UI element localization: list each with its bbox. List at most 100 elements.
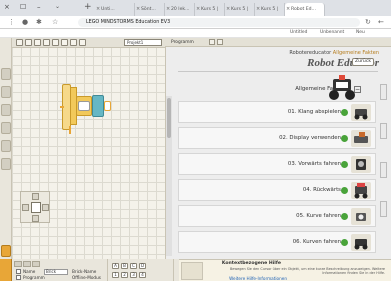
tab-browser-3[interactable]: × Kurs 5 | <box>195 3 225 16</box>
pan-icon[interactable] <box>43 39 50 46</box>
port-button[interactable]: A <box>112 263 119 269</box>
palette-category-myblocks[interactable] <box>1 158 11 170</box>
pan-left-icon[interactable] <box>22 204 29 211</box>
loop-wire <box>69 126 71 134</box>
lesson-item[interactable]: 01. Klang abspielen <box>178 101 376 123</box>
palette-category-flow[interactable] <box>1 86 11 98</box>
canvas-navigation-pad[interactable] <box>20 191 50 223</box>
palette-category-action[interactable] <box>1 68 11 80</box>
lesson-item[interactable]: 05. Kurve fahren <box>178 205 376 227</box>
close-icon[interactable]: × <box>96 3 100 16</box>
port-button[interactable]: C <box>130 263 137 269</box>
undo-icon[interactable] <box>79 39 86 46</box>
tab-browser-2[interactable]: × 20 lek... <box>165 3 195 16</box>
pan-right-icon[interactable] <box>42 204 49 211</box>
sequence-plug-icon[interactable] <box>104 101 111 111</box>
maximize-window-icon[interactable]: ☐ <box>20 2 26 12</box>
browser-tab-bar: × ☐ – ⌄ + × Unti... × Sönt... × 20 lek..… <box>0 0 391 16</box>
program-tab[interactable]: Projekt1 <box>124 39 162 46</box>
address-field[interactable]: LEGO MINDSTORMS Education EV3 <box>78 18 360 27</box>
fold-panel-icon[interactable] <box>380 123 387 139</box>
tab-available-bricks[interactable] <box>32 261 40 267</box>
zoom-in-icon[interactable] <box>52 39 59 46</box>
close-icon[interactable]: × <box>136 3 140 16</box>
bookmark-star-icon[interactable]: ☆ <box>52 18 58 27</box>
close-icon[interactable]: × <box>256 3 260 16</box>
checkbox[interactable] <box>16 269 21 274</box>
download-icon[interactable] <box>25 39 32 46</box>
pan-up-icon[interactable] <box>32 193 39 200</box>
lesson-status-icon <box>341 109 348 116</box>
lesson-item[interactable]: 02. Display verwenden <box>178 127 376 149</box>
port-button[interactable]: 1 <box>112 272 119 278</box>
new-tab-button[interactable]: + <box>84 2 92 13</box>
tab-brick-info[interactable] <box>14 261 22 267</box>
port-button[interactable]: B <box>121 263 128 269</box>
reload-icon[interactable]: ↻ <box>365 18 371 27</box>
lesson-item[interactable]: 06. Kurven fahren <box>178 231 376 253</box>
fold-panel-icon[interactable] <box>380 84 387 100</box>
lesson-item[interactable]: 03. Vorwärts fahren <box>178 153 376 175</box>
hardware-row-label: Programm <box>23 275 45 280</box>
fold-panel-icon[interactable] <box>380 201 387 217</box>
palette-category-sensor[interactable] <box>1 104 11 116</box>
zoom-reset-icon[interactable] <box>31 202 41 213</box>
breadcrumb-prefix: Robotereducator <box>289 50 332 56</box>
menu-item-0[interactable]: Untitled <box>290 30 307 35</box>
minimize-window-icon[interactable]: – <box>37 2 41 12</box>
lesson-status-icon <box>341 161 348 168</box>
menu-item-2[interactable]: Neu <box>356 30 365 35</box>
download-run-panel[interactable] <box>0 259 12 281</box>
menu-item-1[interactable]: Unbenannt <box>320 30 344 35</box>
tab-browser-1[interactable]: × Sönt... <box>135 3 165 16</box>
scrollbar-thumb[interactable] <box>167 98 171 138</box>
tab-browser-0[interactable]: × Unti... <box>95 3 135 16</box>
close-icon[interactable]: × <box>166 3 170 16</box>
comment-icon[interactable] <box>34 39 41 46</box>
palette-category-selected[interactable] <box>1 245 11 257</box>
close-icon[interactable]: × <box>196 3 200 16</box>
breadcrumb-link[interactable]: Allgemeine Fakten <box>333 50 379 56</box>
close-program-icon[interactable] <box>217 39 223 45</box>
lesson-thumbnail-icon <box>351 104 371 121</box>
hardware-row-label: Offline-Modus <box>72 275 101 280</box>
program-dropdown[interactable]: Programm <box>171 39 194 46</box>
palette-category-advanced[interactable] <box>1 140 11 152</box>
close-icon[interactable]: × <box>226 3 230 16</box>
new-program-icon[interactable] <box>209 39 215 45</box>
app-menu-bar: Untitled Unbenannt Neu <box>0 29 391 38</box>
lesson-status-icon <box>341 213 348 220</box>
programming-canvas[interactable] <box>12 38 165 259</box>
palette-category-data[interactable] <box>1 122 11 134</box>
port-button[interactable]: D <box>139 263 146 269</box>
port-button[interactable]: 2 <box>121 272 128 278</box>
tab-browser-4[interactable]: × Kurs 5 | <box>225 3 255 16</box>
lesson-item[interactable]: 04. Rückwärts <box>178 179 376 201</box>
port-button[interactable]: 4 <box>139 272 146 278</box>
extensions-icon[interactable]: ✱ <box>36 18 42 27</box>
tab-port-view[interactable] <box>23 261 31 267</box>
close-icon[interactable]: × <box>286 3 290 16</box>
sensor-block[interactable] <box>92 95 104 117</box>
tab-search-icon[interactable]: ⌄ <box>55 3 60 10</box>
profile-icon[interactable]: ● <box>22 18 28 27</box>
fold-panel-icon[interactable] <box>380 162 387 178</box>
pan-down-icon[interactable] <box>32 215 39 222</box>
checkbox[interactable] <box>16 275 21 280</box>
close-window-icon[interactable]: × <box>4 2 10 12</box>
brick-name-field[interactable]: Brick <box>44 269 68 275</box>
sidebar-toolbar: Programm <box>165 38 391 47</box>
back-button[interactable]: Zurück <box>352 58 374 66</box>
tab-browser-5[interactable]: × Kurs 5 | <box>255 3 285 16</box>
back-arrow-icon[interactable]: ← <box>378 18 384 27</box>
tab-label: Sönt... <box>141 7 156 12</box>
tab-browser-active[interactable]: × Robot Ed... <box>285 3 325 16</box>
zoom-out-icon[interactable] <box>61 39 68 46</box>
sidebar-scrollbar[interactable] <box>166 96 172 256</box>
play-icon[interactable] <box>16 39 23 46</box>
port-button[interactable]: 3 <box>130 272 137 278</box>
redo-icon[interactable] <box>70 39 77 46</box>
help-link[interactable]: Weitere Hilfe-Informationen <box>229 276 287 281</box>
lesson-label: 03. Vorwärts fahren <box>287 161 341 167</box>
menu-icon[interactable]: ⋮ <box>8 18 15 27</box>
